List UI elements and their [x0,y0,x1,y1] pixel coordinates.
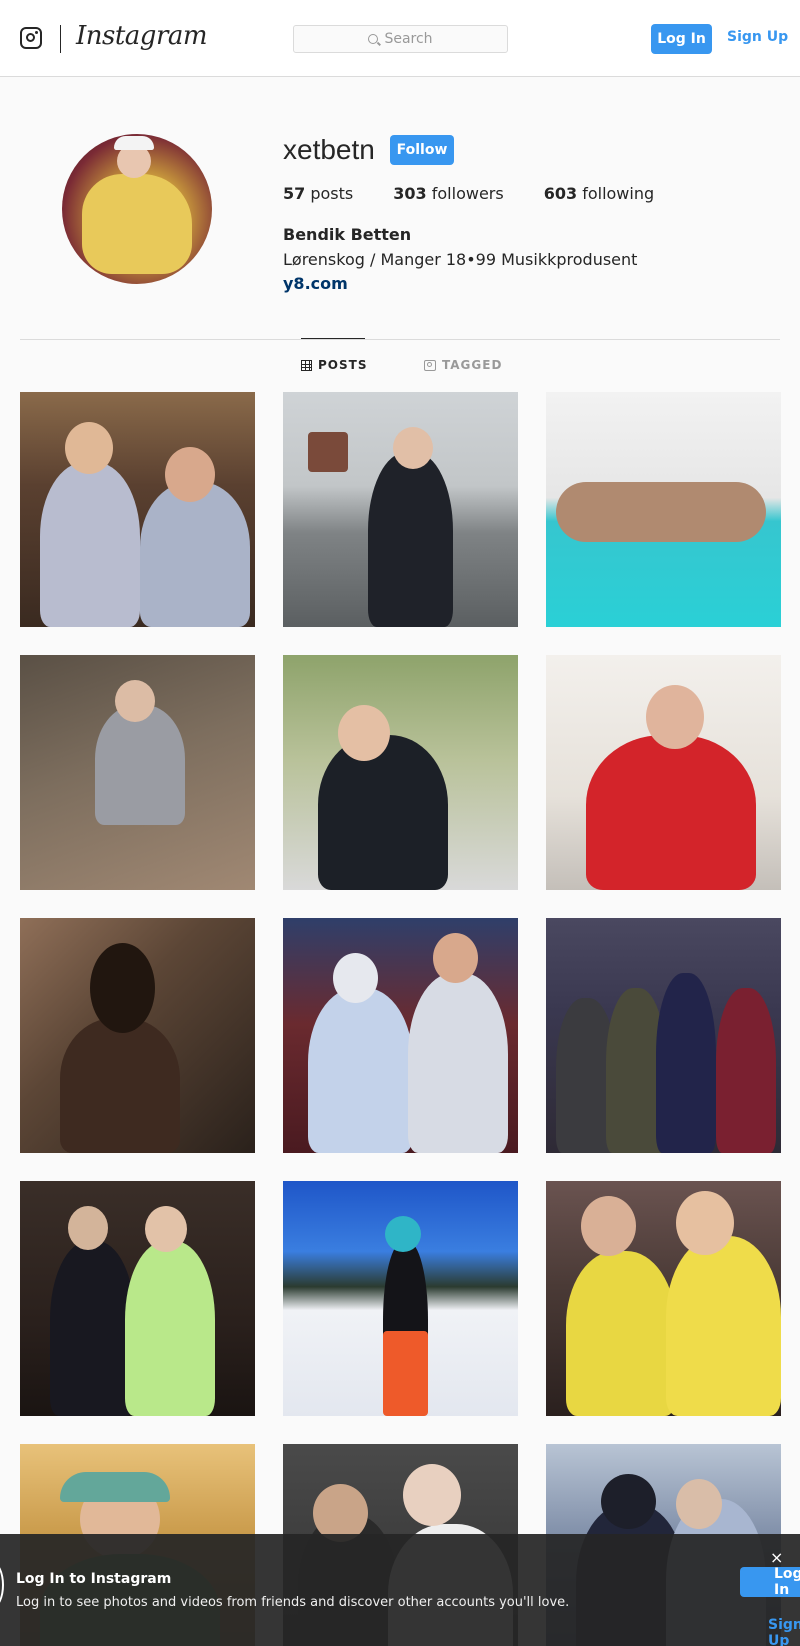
top-navigation: Instagram Search Log In Sign Up [0,0,800,77]
profile-username: xetbetn [283,134,375,165]
active-tab-indicator [301,338,365,339]
banner-text: Log in to see photos and videos from fri… [16,1595,570,1610]
post-thumbnail[interactable] [546,655,781,890]
signup-link[interactable]: Sign Up [727,29,788,45]
banner-login-button[interactable]: Log In [740,1566,800,1598]
post-thumbnail[interactable] [20,918,255,1153]
post-thumbnail[interactable] [546,392,781,627]
post-thumbnail[interactable] [20,392,255,627]
stat-followers[interactable]: 303 followers [393,184,503,203]
instagram-wordmark[interactable]: Instagram [76,21,208,51]
search-icon [368,34,379,44]
tab-posts-label: POSTS [318,358,368,372]
profile-avatar [62,134,212,284]
banner-title: Log In to Instagram [16,1571,172,1587]
instagram-glyph-icon[interactable] [20,27,42,49]
post-thumbnail[interactable] [20,655,255,890]
posts-grid [20,392,781,1646]
logo-divider [60,25,61,53]
tagged-icon [424,359,436,371]
tab-tagged[interactable]: TAGGED [424,358,502,372]
profile-stats: 57 posts 303 followers 603 following [283,184,654,203]
profile-website-link[interactable]: y8.com [283,274,348,293]
profile-bio: Lørenskog / Manger 18•99 Musikkprodusent [283,250,638,269]
stat-following[interactable]: 603 following [544,184,654,203]
post-thumbnail[interactable] [283,392,518,627]
post-thumbnail[interactable] [283,918,518,1153]
post-thumbnail[interactable] [283,655,518,890]
tabs-divider [20,339,780,340]
login-banner: Log In to Instagram Log in to see photos… [0,1534,800,1646]
login-button[interactable]: Log In [651,24,712,54]
profile-full-name: Bendik Betten [283,225,412,244]
banner-signup-link[interactable]: Sign Up [768,1617,800,1646]
grid-icon [301,359,312,371]
post-thumbnail[interactable] [283,1181,518,1416]
post-thumbnail[interactable] [20,1181,255,1416]
follow-button[interactable]: Follow [390,135,454,165]
search-box[interactable]: Search [293,25,508,53]
post-thumbnail[interactable] [546,918,781,1153]
instagram-glyph-icon [0,1562,4,1608]
stat-posts: 57 posts [283,184,354,203]
post-thumbnail[interactable] [546,1181,781,1416]
tab-tagged-label: TAGGED [442,358,503,372]
search-placeholder: Search [384,31,433,47]
tab-posts[interactable]: POSTS [301,358,367,372]
close-icon[interactable]: × [770,1548,783,1567]
